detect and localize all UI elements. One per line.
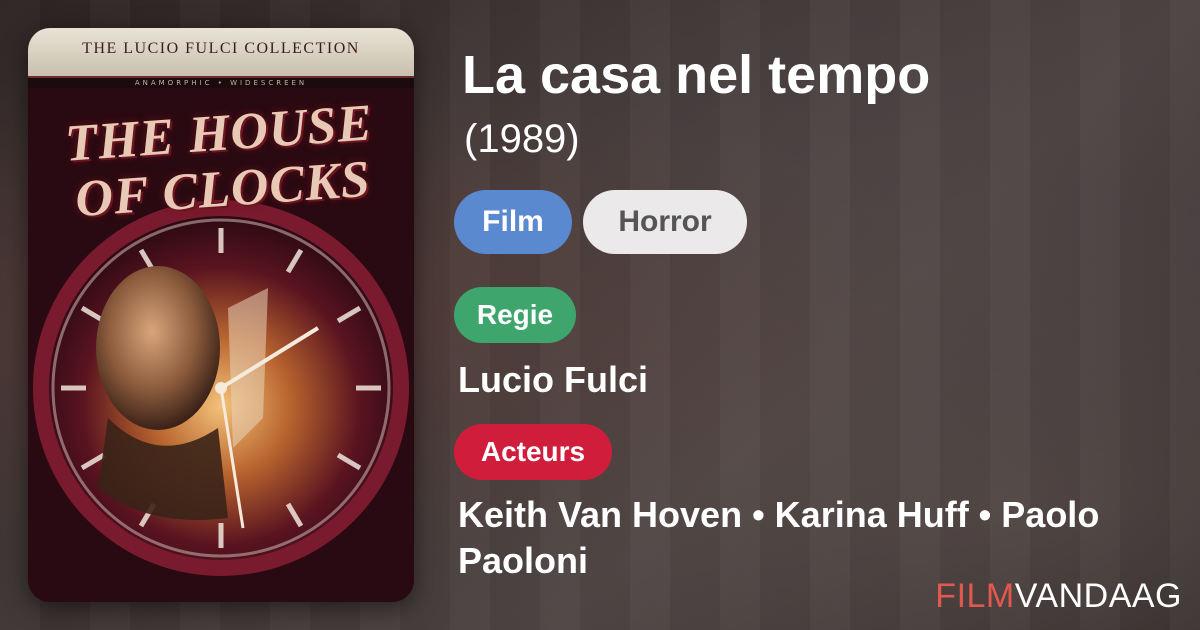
genre-tag: Horror [583,190,747,254]
logo-part-film: FILM [935,577,1015,615]
site-logo: FILMVANDAAG [935,576,1182,616]
director-label: Regie [454,287,576,343]
movie-year: (1989) [464,117,580,161]
cast-list: Keith Van Hoven • Karina Huff • Paolo Pa… [458,494,1100,581]
director-name: Lucio Fulci [458,359,649,400]
cast-label: Acteurs [454,424,612,480]
movie-poster: THE LUCIO FULCI COLLECTION ANAMORPHIC • … [28,28,414,602]
movie-title: La casa nel tempo [462,45,931,105]
poster-format-strip: ANAMORPHIC • WIDESCREEN [28,78,414,88]
type-tag: Film [454,190,572,254]
poster-collection-text: THE LUCIO FULCI COLLECTION [82,40,360,57]
logo-part-vandaag: VANDAAG [1014,577,1182,615]
